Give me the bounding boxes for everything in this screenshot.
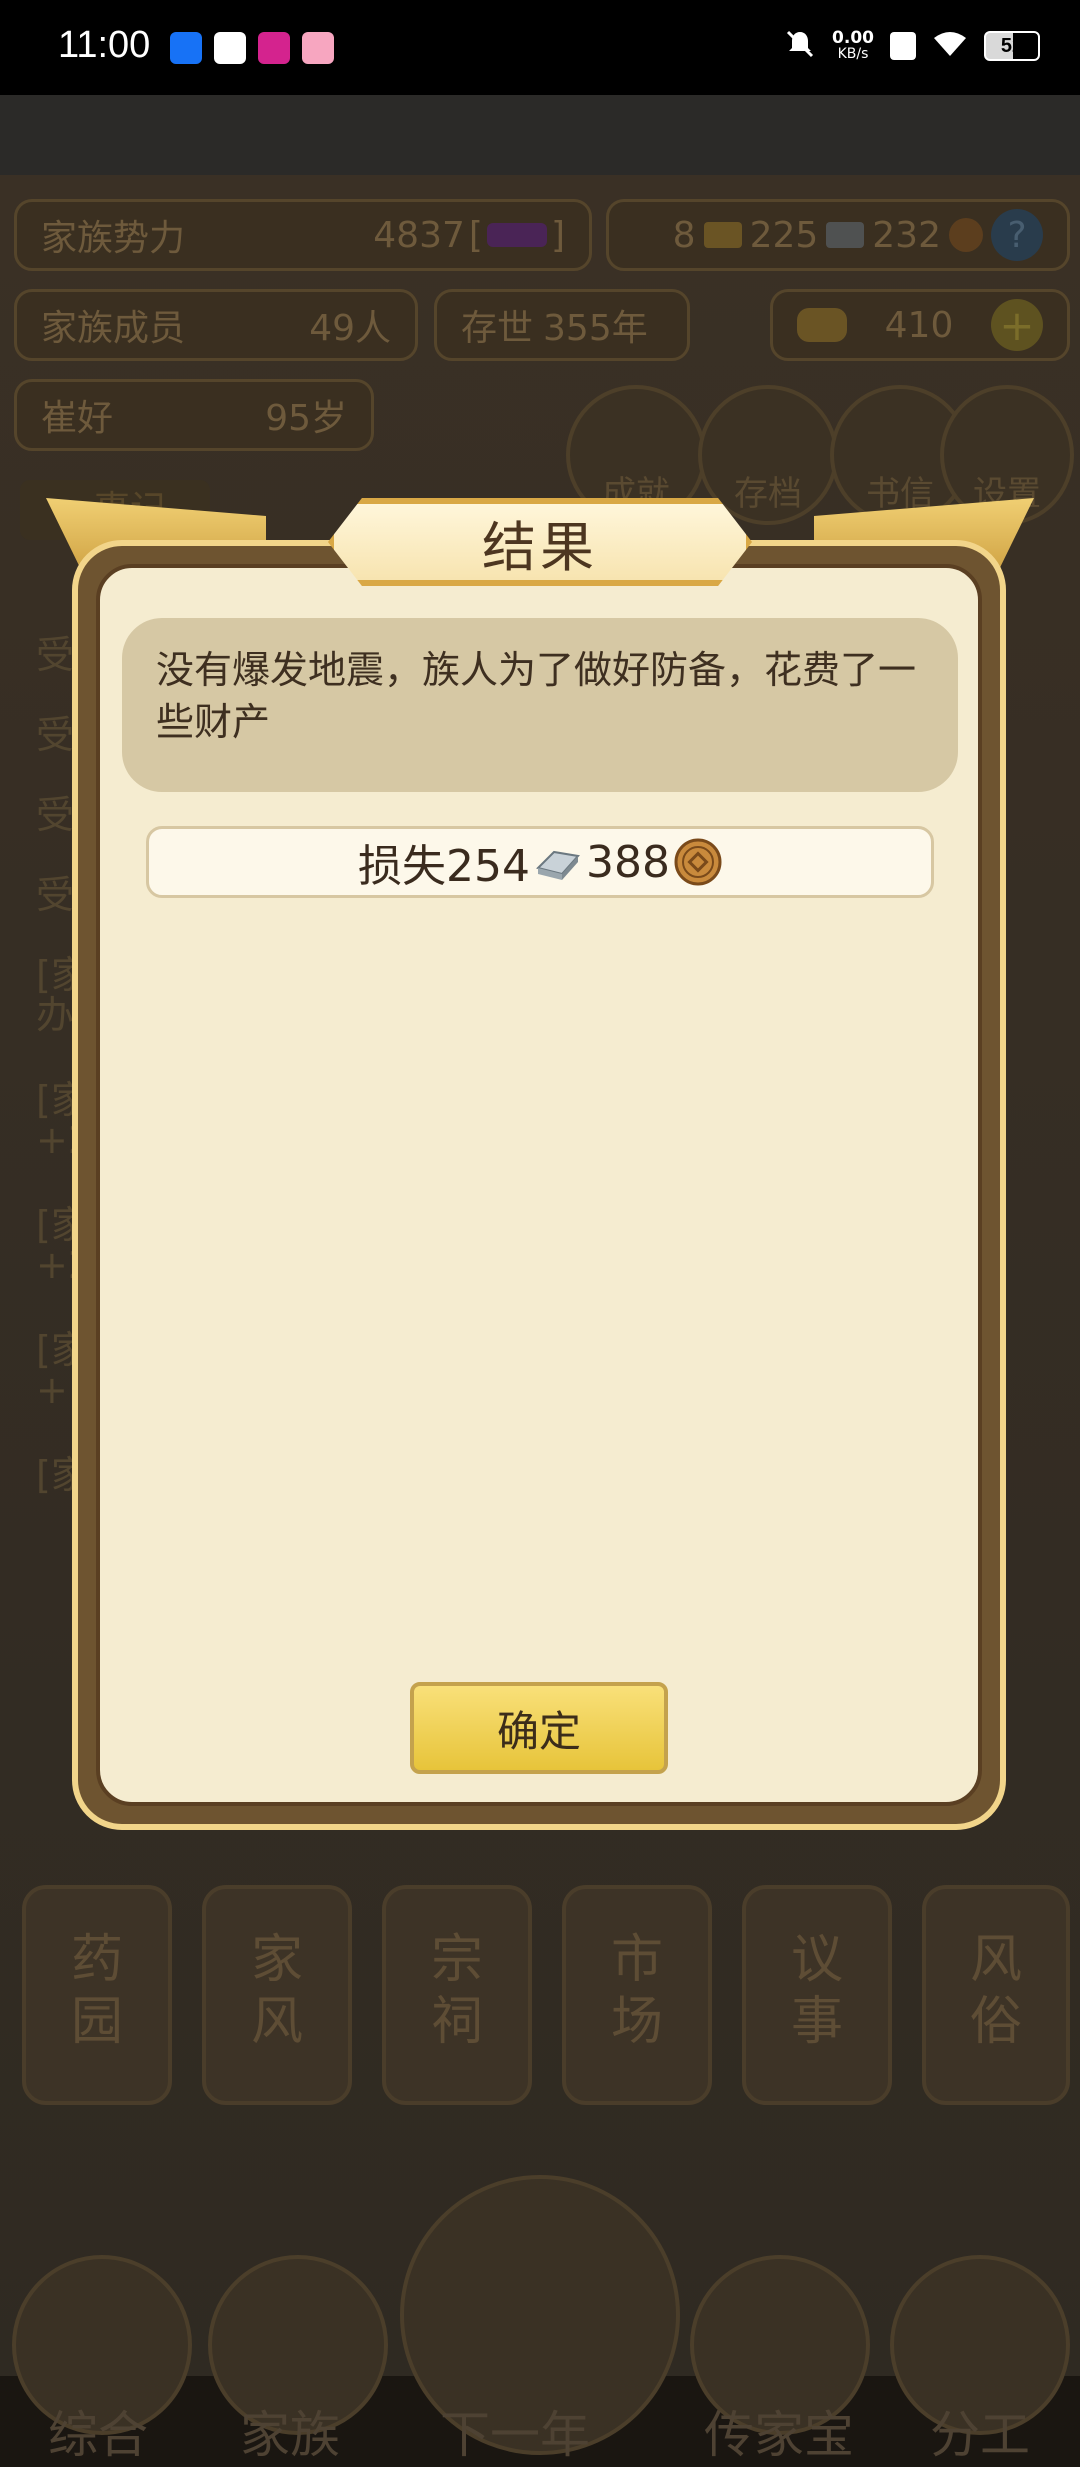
status-bar: 11:00 0.00 KB/s 52 xyxy=(0,0,1080,95)
loss-copper-amount: 388 xyxy=(586,836,670,888)
loss-summary: 损失254 388 xyxy=(146,826,934,898)
wifi-icon xyxy=(932,30,968,62)
family-nav-label: 家族 xyxy=(240,2406,340,2464)
mute-icon xyxy=(784,28,816,64)
app-notification-icon xyxy=(890,32,916,60)
heirloom-nav-label: 传家宝 xyxy=(704,2406,854,2464)
result-message: 没有爆发地震，族人为了做好防备，花费了一些财产 xyxy=(122,618,958,792)
battery-icon: 52 xyxy=(984,31,1040,61)
confirm-button[interactable]: 确定 xyxy=(410,1682,668,1774)
music-app-icon xyxy=(258,32,290,64)
silver-ingot-icon xyxy=(534,842,582,882)
overview-nav-label: 综合 xyxy=(48,2406,148,2464)
copper-coin-icon xyxy=(674,838,722,886)
clock: 11:00 xyxy=(58,24,151,66)
dialog-title: 结果 xyxy=(482,515,598,579)
dialog-title-plate: 结果 xyxy=(328,498,752,586)
photo-app-icon xyxy=(302,32,334,64)
zhihu-app-icon xyxy=(170,32,202,64)
loss-prefix: 损失254 xyxy=(358,841,530,892)
net-speed: 0.00 KB/s xyxy=(832,28,874,63)
division-nav-label: 分工 xyxy=(930,2406,1030,2464)
next-year-nav-label: 下一年 xyxy=(440,2406,590,2464)
video-app-icon xyxy=(214,32,246,64)
